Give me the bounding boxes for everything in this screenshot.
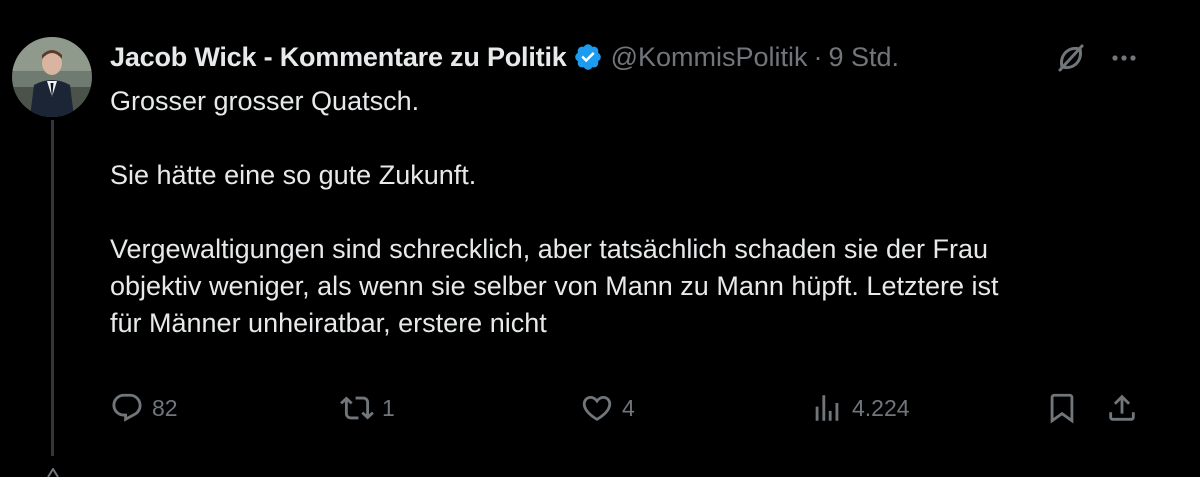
tweet-text-line: für Männer unheiratbar, erstere nicht [110, 308, 547, 338]
author-display-name[interactable]: Jacob Wick - Kommentare zu Politik [110, 42, 567, 73]
tweet-text-blank-line [110, 194, 1170, 231]
tweet-actions: 82 1 4 4.224 [110, 386, 1150, 430]
like-button[interactable]: 4 [580, 386, 635, 430]
tweet-text-line: Sie hätte eine so gute Zukunft. [110, 160, 477, 190]
reply-count: 82 [152, 394, 178, 421]
tweet-text-blank-line [110, 120, 1170, 157]
views-icon [815, 395, 839, 421]
tweet-header: Jacob Wick - Kommentare zu Politik @Komm… [110, 38, 899, 76]
verified-badge-icon[interactable] [573, 42, 603, 72]
bookmark-button[interactable] [1045, 386, 1079, 430]
tweet-text-line: Vergewaltigungen sind schrecklich, aber … [110, 234, 988, 264]
grok-icon[interactable] [1053, 40, 1089, 76]
reply-button[interactable]: 82 [110, 386, 178, 430]
share-icon [1109, 394, 1135, 421]
reply-icon [112, 393, 142, 422]
tweet-text-line: Grosser grosser Quatsch. [110, 86, 420, 116]
views-count: 4.224 [852, 394, 910, 421]
views-button[interactable]: 4.224 [810, 386, 910, 430]
heart-icon [582, 395, 612, 421]
repost-count: 1 [382, 394, 395, 421]
bookmark-icon [1050, 393, 1074, 424]
author-handle[interactable]: @KommisPolitik [611, 42, 808, 73]
thread-connector-icon [47, 468, 59, 477]
tweet-text-line: objektiv weniger, als wenn sie selber vo… [110, 271, 999, 301]
share-button[interactable] [1105, 386, 1139, 430]
thread-line [51, 120, 54, 456]
repost-button[interactable]: 1 [340, 386, 395, 430]
more-icon[interactable] [1106, 40, 1142, 76]
tweet-text: Grosser grosser Quatsch. Sie hätte eine … [110, 83, 1170, 342]
header-separator: · [813, 41, 823, 72]
avatar[interactable] [12, 37, 92, 117]
tweet-timestamp[interactable]: 9 Std. [829, 42, 900, 73]
repost-icon [340, 396, 374, 420]
like-count: 4 [622, 394, 635, 421]
